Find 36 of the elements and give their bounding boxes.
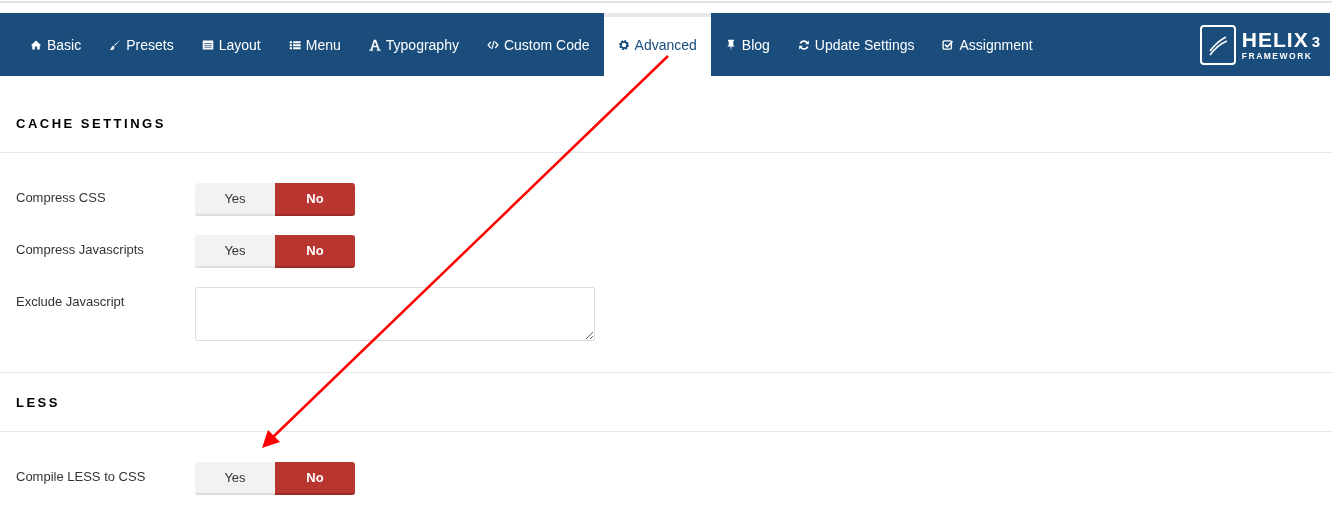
- section-title: CACHE SETTINGS: [16, 116, 166, 131]
- home-icon: [30, 38, 42, 51]
- field-label: Compress CSS: [16, 189, 107, 205]
- logo-name: HELIX: [1241, 28, 1309, 51]
- toggle-option[interactable]: No: [275, 183, 355, 216]
- field-label: Compress Javascripts: [16, 241, 145, 257]
- tab[interactable]: Presets: [95, 13, 188, 76]
- tab[interactable]: Custom Code: [472, 13, 604, 76]
- logo-subtitle: FRAMEWORK: [1241, 50, 1314, 61]
- list-icon: [288, 38, 301, 51]
- tab[interactable]: Update Settings: [783, 13, 929, 76]
- toggle-option[interactable]: No: [275, 462, 355, 495]
- logo-icon: [1199, 24, 1236, 65]
- tab[interactable]: Blog: [710, 13, 784, 76]
- tab[interactable]: Layout: [187, 13, 275, 76]
- tab[interactable]: Advanced: [603, 13, 711, 76]
- logo-version: 3: [1311, 32, 1320, 50]
- checkbox-icon: [942, 38, 955, 51]
- toggle-option[interactable]: Yes: [195, 462, 275, 495]
- section-title: LESS: [16, 395, 60, 410]
- toggle-option[interactable]: No: [275, 235, 355, 268]
- tab[interactable]: Basic: [16, 13, 96, 76]
- tab[interactable]: Assignment: [928, 13, 1047, 76]
- toggle-option[interactable]: Yes: [195, 235, 275, 268]
- field-label: Exclude Javascript: [16, 293, 126, 309]
- text-area[interactable]: [195, 287, 595, 341]
- toggle-option[interactable]: Yes: [195, 183, 275, 216]
- font-icon: [368, 38, 381, 51]
- brush-icon: [109, 38, 122, 51]
- tab[interactable]: Menu: [274, 13, 355, 76]
- code-icon: [486, 38, 499, 51]
- settings-icon: [617, 38, 630, 51]
- refresh-icon: [797, 38, 810, 51]
- tab[interactable]: Typography: [354, 13, 473, 76]
- field-label: Compile LESS to CSS: [16, 468, 147, 484]
- table-icon: [201, 38, 214, 51]
